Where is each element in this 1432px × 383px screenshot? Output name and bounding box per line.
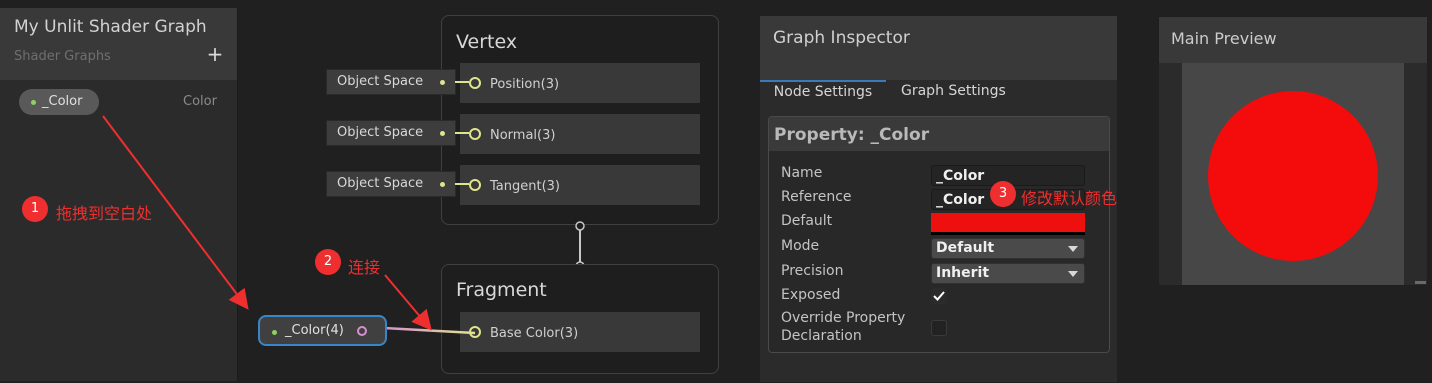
override-label-line1: Override Property bbox=[781, 310, 906, 326]
annotation-badge-1: 1 bbox=[22, 196, 48, 222]
precision-value: Inherit bbox=[936, 265, 990, 281]
precision-dropdown[interactable]: Inherit bbox=[931, 263, 1085, 284]
precision-label: Precision bbox=[781, 263, 844, 279]
annotation-badge-2: 2 bbox=[315, 249, 341, 275]
mode-dropdown[interactable]: Default bbox=[931, 238, 1085, 259]
main-preview-panel: Main Preview bbox=[1158, 16, 1428, 286]
inspector-title: Graph Inspector bbox=[773, 28, 910, 48]
default-color-swatch[interactable] bbox=[931, 213, 1085, 235]
name-label: Name bbox=[781, 165, 823, 181]
reference-label: Reference bbox=[781, 189, 852, 205]
preview-title: Main Preview bbox=[1171, 29, 1277, 48]
preview-sphere bbox=[1208, 91, 1378, 261]
checkmark-icon bbox=[933, 291, 945, 301]
inspector-header: Graph Inspector bbox=[760, 16, 1117, 80]
property-header: Property: _Color bbox=[769, 117, 1109, 151]
property-title: Property: _Color bbox=[774, 125, 930, 145]
annotation-text-2: 连接 bbox=[348, 258, 381, 277]
default-label: Default bbox=[781, 213, 833, 229]
exposed-label: Exposed bbox=[781, 287, 841, 303]
exposed-checkbox[interactable] bbox=[931, 288, 947, 304]
override-label-line2: Declaration bbox=[781, 328, 862, 344]
tab-node-settings[interactable]: Node Settings bbox=[760, 80, 886, 108]
preview-header: Main Preview bbox=[1159, 17, 1427, 63]
mode-value: Default bbox=[936, 240, 995, 256]
override-checkbox[interactable] bbox=[931, 320, 947, 336]
preview-viewport[interactable] bbox=[1182, 63, 1404, 285]
tab-graph-settings[interactable]: Graph Settings bbox=[901, 83, 1006, 99]
chevron-down-icon bbox=[1068, 246, 1078, 252]
annotation-text-1: 拖拽到空白处 bbox=[56, 204, 153, 223]
annotation-badge-3: 3 bbox=[990, 181, 1016, 207]
chevron-down-icon bbox=[1068, 271, 1078, 277]
mode-label: Mode bbox=[781, 238, 820, 254]
annotation-text-3: 修改默认颜色 bbox=[1021, 189, 1118, 208]
resize-handle[interactable] bbox=[1415, 281, 1426, 284]
property-settings-box: Property: _Color Name _Color Reference _… bbox=[768, 116, 1110, 353]
